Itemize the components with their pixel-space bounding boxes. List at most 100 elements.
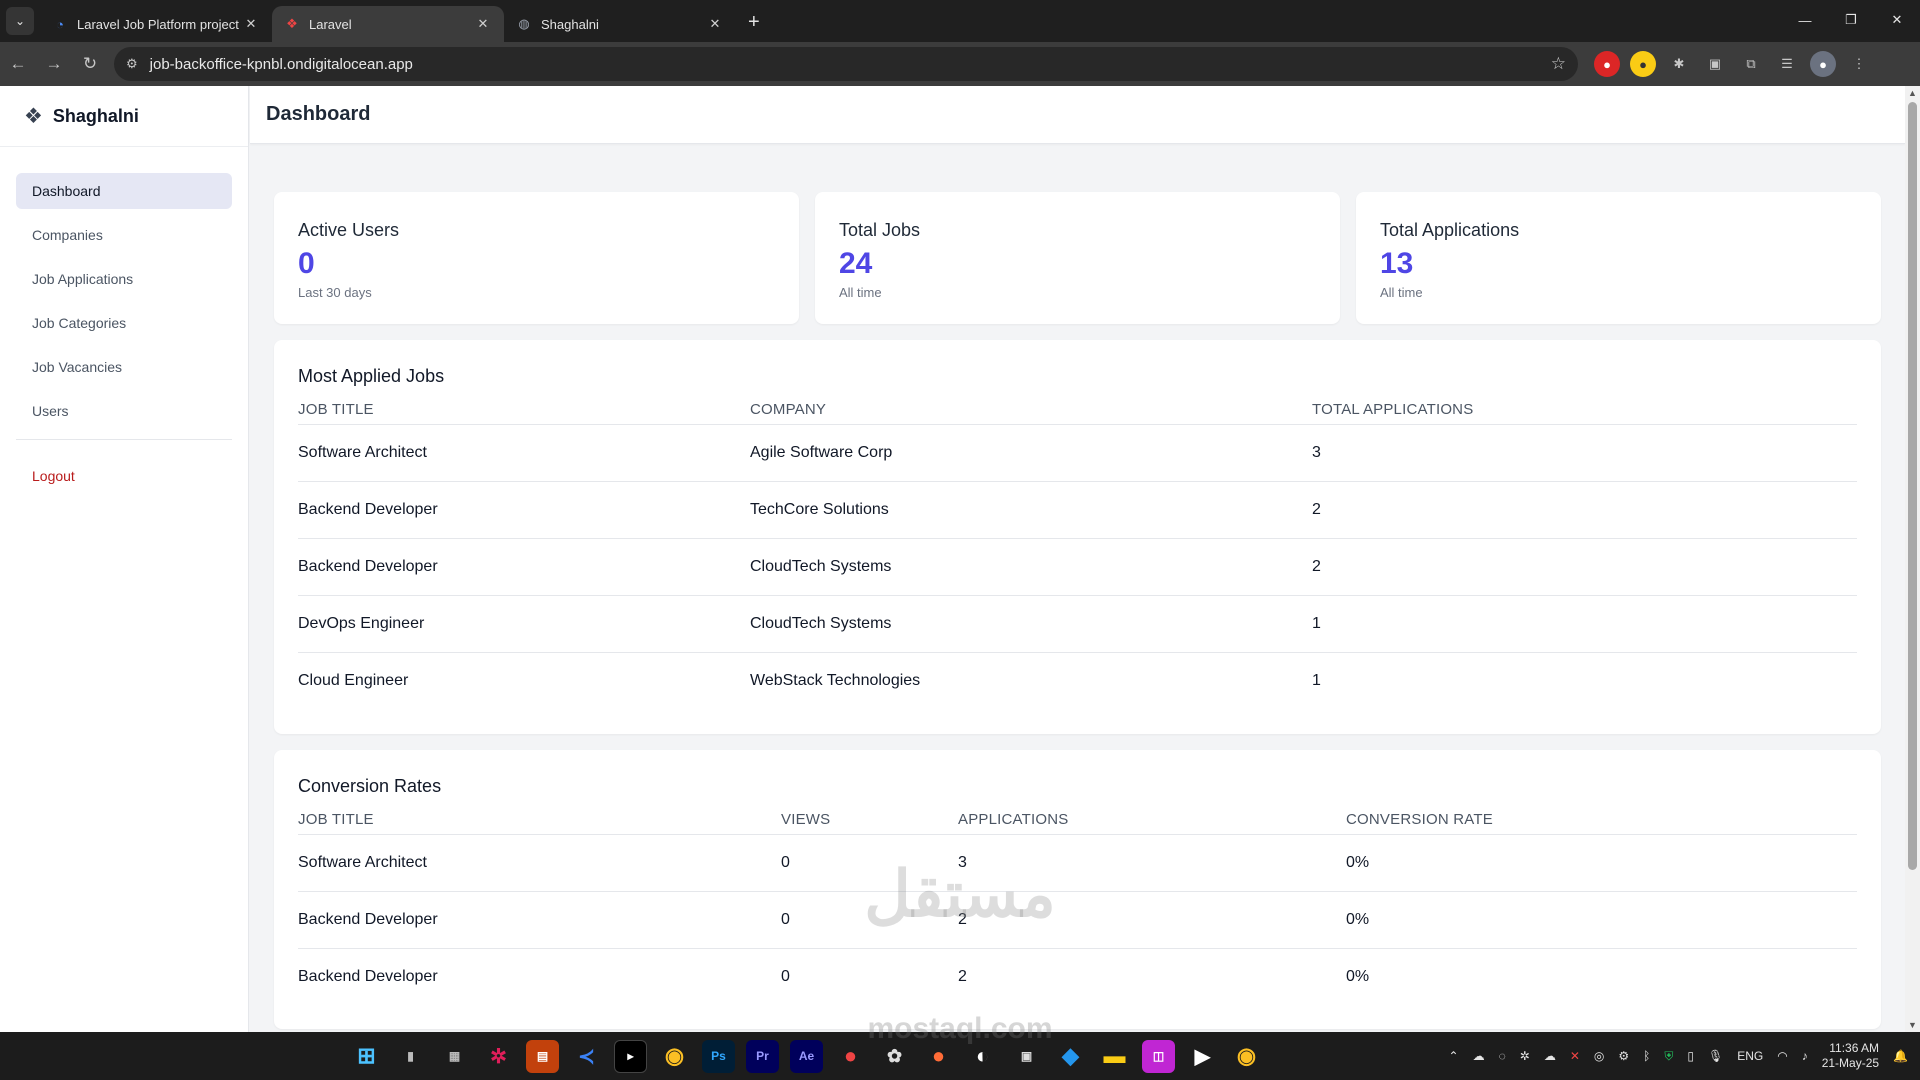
tray-x-icon[interactable]: ✕ [1570, 1049, 1580, 1063]
photoshop-icon[interactable]: Ps [702, 1039, 735, 1073]
conversion-rate-cell: 0% [1346, 967, 1370, 985]
after-effects-icon[interactable]: Ae [790, 1039, 823, 1073]
url-text[interactable]: job-backoffice-kpnbl.ondigitalocean.app [150, 56, 1551, 73]
chevron-down-icon: ⌄ [14, 14, 26, 28]
page-title: Dashboard [266, 103, 371, 125]
chevron-up-icon[interactable]: ⌃ [1449, 1049, 1459, 1063]
clock[interactable]: 11:36 AM 21-May-25 [1822, 1041, 1879, 1071]
stat-label: Active Users [298, 220, 400, 240]
minimize-icon[interactable]: — [1782, 0, 1828, 40]
tray-settings-icon[interactable]: ⚙ [1618, 1049, 1629, 1063]
browser-toolbar: ← → ↻ ⚙ job-backoffice-kpnbl.ondigitaloc… [0, 42, 1920, 86]
tab-search-button[interactable]: ⌄ [6, 7, 34, 35]
extension-yellow-icon[interactable]: ● [1630, 51, 1656, 77]
language-indicator[interactable]: ENG [1737, 1049, 1763, 1063]
stats-row: Active Users 0 Last 30 days Total Jobs 2… [274, 192, 1881, 324]
stat-caption: Last 30 days [298, 285, 372, 300]
vscode-icon[interactable]: ≺ [570, 1040, 603, 1073]
browser-menu-icon[interactable]: ⋮ [1846, 51, 1872, 77]
media-control-icon[interactable]: ☰ [1774, 51, 1800, 77]
table-row: Backend Developer TechCore Solutions 2 [298, 481, 1857, 539]
laravel-logo-icon: ❖ [24, 104, 43, 128]
notification-bell-icon[interactable]: 🔔 [1893, 1049, 1908, 1063]
scroll-down-arrow-icon[interactable]: ▼ [1908, 1020, 1917, 1030]
table-row: Backend Developer 0 2 0% [298, 948, 1857, 1005]
scroll-up-arrow-icon[interactable]: ▲ [1908, 88, 1917, 98]
window-close-icon[interactable]: ✕ [1874, 0, 1920, 40]
extension-clipboard-icon[interactable]: ▣ [1702, 51, 1728, 77]
scrollbar-thumb[interactable] [1908, 102, 1917, 870]
premiere-icon[interactable]: Pr [746, 1039, 779, 1073]
extension-gear-icon[interactable]: ✱ [1666, 51, 1692, 77]
reload-icon[interactable]: ↻ [72, 46, 108, 82]
stat-label: Total Applications [1380, 220, 1520, 240]
job-title-cell: Backend Developer [298, 891, 781, 949]
media-player-icon[interactable]: ▶ [1186, 1040, 1219, 1073]
browser-tab[interactable]: ◍ Shaghalni ✕ [504, 6, 736, 42]
calculator-icon[interactable]: ▦ [438, 1040, 471, 1073]
stat-label: Total Jobs [839, 220, 921, 240]
company-cell: Agile Software Corp [750, 424, 1312, 482]
calendar-app-icon[interactable]: ▤ [526, 1039, 559, 1073]
photo-app-icon[interactable]: ◫ [1142, 1039, 1175, 1073]
page-scrollbar[interactable]: ▲ ▼ [1905, 86, 1920, 1032]
close-icon[interactable]: ✕ [242, 16, 260, 32]
usb-drive-icon[interactable]: ▮ [394, 1040, 427, 1073]
security-shield-icon[interactable]: ⛨ [1664, 1049, 1673, 1064]
back-arrow-icon[interactable]: ← [0, 46, 36, 82]
tab-favicon-icon: ◔ [56, 16, 64, 32]
address-bar[interactable]: ⚙ job-backoffice-kpnbl.ondigitalocean.ap… [114, 47, 1578, 81]
close-icon[interactable]: ✕ [474, 16, 492, 32]
windows-start-icon[interactable]: ⊞ [350, 1040, 383, 1073]
sidebar-item-job-applications[interactable]: Job Applications [16, 261, 232, 297]
sidebar-item-job-categories[interactable]: Job Categories [16, 305, 232, 341]
browser-tab-active[interactable]: ❖ Laravel ✕ [272, 6, 504, 42]
sidebar-item-users[interactable]: Users [16, 393, 232, 429]
stat-caption: All time [839, 285, 882, 300]
column-header: CONVERSION RATE [1346, 810, 1857, 835]
extension-red-icon[interactable]: ● [1594, 51, 1620, 77]
onedrive-icon[interactable]: ☁ [1544, 1049, 1556, 1063]
chrome-icon[interactable]: ◉ [658, 1040, 691, 1073]
logout-link[interactable]: Logout [16, 458, 232, 494]
extensions-puzzle-icon[interactable]: ⧉ [1738, 51, 1764, 77]
applications-cell: 2 [1312, 538, 1857, 596]
sidebar-item-companies[interactable]: Companies [16, 217, 232, 253]
profile-avatar-icon[interactable]: ● [1810, 51, 1836, 77]
microphone-icon[interactable]: 🎙 [1708, 1049, 1723, 1063]
applications-cell: 2 [1312, 481, 1857, 539]
tray-app-icon[interactable]: ◌ [1499, 1049, 1506, 1063]
bluetooth-icon[interactable]: ᛒ [1643, 1049, 1650, 1063]
watermark-text: مستقل [864, 858, 1056, 930]
job-title-cell: Software Architect [298, 424, 750, 482]
restore-icon[interactable]: ❐ [1828, 0, 1874, 40]
bookmark-star-icon[interactable]: ☆ [1551, 54, 1566, 74]
brand[interactable]: ❖ Shaghalni [0, 86, 248, 146]
cloud-icon[interactable]: ☁ [1473, 1049, 1485, 1063]
file-explorer-icon[interactable]: ▬ [1098, 1040, 1131, 1073]
close-icon[interactable]: ✕ [706, 16, 724, 32]
column-header: TOTAL APPLICATIONS [1312, 401, 1857, 425]
terminal-icon[interactable]: ▸ [614, 1039, 647, 1073]
site-info-icon[interactable]: ⚙ [126, 56, 138, 72]
applications-cell: 2 [958, 967, 967, 985]
usb-tray-icon[interactable]: ▯ [1687, 1049, 1694, 1063]
stat-card-active-users: Active Users 0 Last 30 days [274, 192, 799, 324]
table-row: DevOps Engineer CloudTech Systems 1 [298, 595, 1857, 653]
forward-arrow-icon[interactable]: → [36, 46, 72, 82]
stat-card-total-jobs: Total Jobs 24 All time [815, 192, 1340, 324]
column-header: APPLICATIONS [958, 810, 1346, 835]
stat-caption: All time [1380, 285, 1423, 300]
chrome-profile-icon[interactable]: ◉ [1230, 1040, 1263, 1073]
slack-icon[interactable]: ✲ [482, 1040, 515, 1073]
new-tab-plus-icon[interactable]: + [748, 11, 760, 34]
tray-slack-icon[interactable]: ✲ [1520, 1049, 1530, 1063]
sidebar-item-job-vacancies[interactable]: Job Vacancies [16, 349, 232, 385]
volume-icon[interactable]: ♪ [1802, 1049, 1808, 1063]
browser-tab[interactable]: ◔ Laravel Job Platform project - D ✕ [40, 6, 272, 42]
system-tray: ⌃ ☁ ◌ ✲ ☁ ✕ ◎ ⚙ ᛒ ⛨ ▯ 🎙 ENG ◠ ♪ 11:36 AM… [1449, 1032, 1908, 1080]
sidebar-item-dashboard[interactable]: Dashboard [16, 173, 232, 209]
wifi-icon[interactable]: ◠ [1777, 1049, 1787, 1063]
steam-icon[interactable]: ◎ [1594, 1049, 1604, 1063]
most-applied-jobs-table: JOB TITLE COMPANY TOTAL APPLICATIONS Sof… [298, 401, 1857, 710]
